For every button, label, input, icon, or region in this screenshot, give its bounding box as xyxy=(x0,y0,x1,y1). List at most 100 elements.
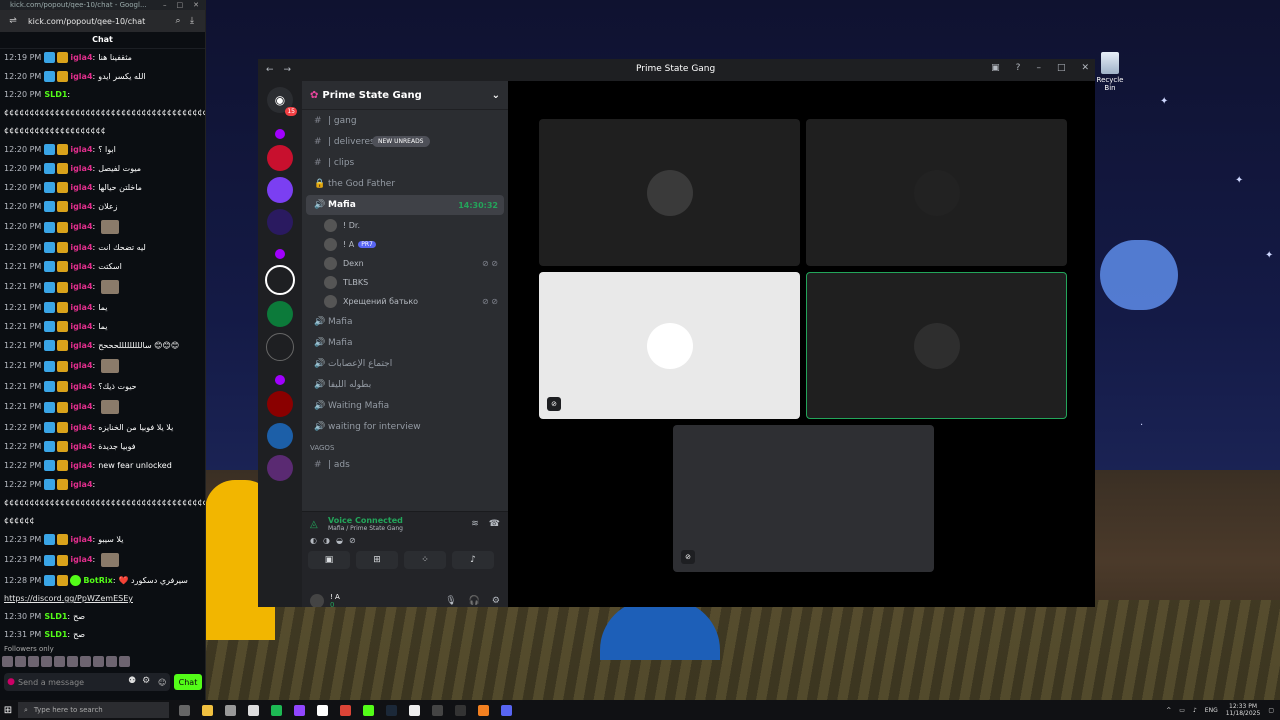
message-username[interactable]: igla4 xyxy=(70,164,92,174)
message-username[interactable]: igla4 xyxy=(70,322,92,332)
message-username[interactable]: igla4 xyxy=(70,442,92,452)
channel-item[interactable]: 🔒 the God Father xyxy=(306,174,504,194)
message-username[interactable]: SLD1 xyxy=(44,612,67,622)
server-icon[interactable] xyxy=(267,177,293,203)
minimize-icon[interactable]: – xyxy=(1036,63,1041,73)
screen-share-button[interactable]: ⊞ xyxy=(356,551,398,569)
emoji-icon[interactable]: ☺ xyxy=(158,678,170,687)
voice-user[interactable]: Dexn ⊘ ⊘ xyxy=(302,254,508,273)
voice-user[interactable]: Хрещений батько ⊘ ⊘ xyxy=(302,292,508,311)
message-username[interactable]: igla4 xyxy=(70,535,92,545)
app-icon[interactable] xyxy=(455,704,466,716)
server-icon[interactable] xyxy=(267,301,293,327)
chevron-up-icon[interactable]: ^ xyxy=(1166,707,1171,714)
notifications-icon[interactable]: ▢ xyxy=(1268,707,1274,714)
message-username[interactable]: igla4 xyxy=(70,461,92,471)
message-username[interactable]: SLD1 xyxy=(44,90,67,100)
user-icon[interactable]: ● xyxy=(4,677,18,687)
volume-icon[interactable]: ♪ xyxy=(1193,707,1197,714)
channel-item[interactable]: 🔊 اجتماع الإعصابات xyxy=(306,354,504,374)
channel-item[interactable]: 🔊 Mafia 14:30:32 xyxy=(306,195,504,215)
server-icon-prime-state[interactable] xyxy=(265,265,295,295)
file-explorer-icon[interactable] xyxy=(202,704,213,716)
channel-item[interactable]: # | clips xyxy=(306,153,504,173)
message-username[interactable]: igla4 xyxy=(70,53,92,63)
forward-arrow-icon[interactable]: → xyxy=(284,65,292,75)
participant-tile[interactable]: ⊘ xyxy=(539,272,800,419)
new-unreads-badge[interactable]: NEW UNREADS xyxy=(372,136,430,147)
search-icon[interactable]: ⌕ xyxy=(171,16,185,26)
chrome-icon[interactable] xyxy=(340,704,351,716)
gear-icon[interactable]: ⚙ xyxy=(492,596,500,606)
voice-user[interactable]: TLBKS xyxy=(302,273,508,292)
message-username[interactable]: igla4 xyxy=(70,202,92,212)
clock[interactable]: 12:33 PM 11/18/2025 xyxy=(1226,703,1261,717)
message-username[interactable]: igla4 xyxy=(70,423,92,433)
app-icon[interactable] xyxy=(432,704,443,716)
voice-user[interactable]: ! Dr. xyxy=(302,216,508,235)
message-username[interactable]: igla4 xyxy=(70,262,92,272)
search-placeholder[interactable]: Type here to search xyxy=(34,706,103,714)
close-icon[interactable]: ✕ xyxy=(193,1,199,9)
activity-icon[interactable]: ◐ xyxy=(310,536,317,545)
message-username[interactable]: igla4 xyxy=(70,282,92,292)
activity-icon[interactable]: ◑ xyxy=(323,536,330,545)
app-icon[interactable] xyxy=(225,704,236,716)
network-icon[interactable]: ▭ xyxy=(1179,707,1185,714)
camera-off-icon[interactable]: ⊘ xyxy=(349,536,356,545)
channel-item[interactable]: 🔊 Mafia xyxy=(306,312,504,332)
server-icon[interactable] xyxy=(266,333,294,361)
server-icon[interactable] xyxy=(267,423,293,449)
spotify-icon[interactable] xyxy=(271,704,282,716)
recycle-bin-icon[interactable]: Recycle Bin xyxy=(1092,52,1128,92)
message-username[interactable]: BotRix xyxy=(83,576,112,586)
windows-start-icon[interactable]: ⊞ xyxy=(0,705,16,716)
settings-icon[interactable]: ⚙ xyxy=(142,676,150,686)
help-icon[interactable]: ? xyxy=(1016,63,1021,73)
users-icon[interactable]: ⚉ xyxy=(128,676,136,686)
message-username[interactable]: igla4 xyxy=(70,183,92,193)
server-icon[interactable] xyxy=(275,249,285,259)
chevron-down-icon[interactable]: ⌄ xyxy=(492,90,500,101)
channel-item[interactable]: 🔊 Mafia xyxy=(306,333,504,353)
discord-icon[interactable] xyxy=(501,704,512,716)
message-username[interactable]: igla4 xyxy=(70,480,92,490)
task-view-icon[interactable] xyxy=(179,704,190,716)
taskbar-search[interactable]: ⌕ Type here to search xyxy=(18,702,169,718)
message-username[interactable]: igla4 xyxy=(70,303,92,313)
site-settings-icon[interactable]: ⇌ xyxy=(6,16,20,26)
home-button[interactable]: ◉ 15 xyxy=(267,87,297,116)
kick-icon[interactable] xyxy=(363,704,374,716)
disconnect-icon[interactable]: ☎ xyxy=(489,519,500,529)
app-icon[interactable] xyxy=(294,704,305,716)
channel-item[interactable]: # | ads xyxy=(306,455,504,475)
server-icon[interactable] xyxy=(267,455,293,481)
avatar[interactable] xyxy=(310,594,324,607)
download-icon[interactable]: ⤓ xyxy=(185,16,199,26)
chat-message-list[interactable]: 12:19 PM igla4: مثقفينا هنا 12:20 PM igla4: ا… xyxy=(0,48,205,643)
channel-item[interactable]: 🔊 waiting for interview xyxy=(306,417,504,437)
activities-button[interactable]: ⁘ xyxy=(404,551,446,569)
message-username[interactable]: igla4 xyxy=(70,341,92,351)
message-username[interactable]: igla4 xyxy=(70,382,92,392)
inbox-icon[interactable]: ▣ xyxy=(991,63,1000,73)
send-chat-button[interactable]: Chat xyxy=(174,674,202,690)
message-username[interactable]: igla4 xyxy=(70,145,92,155)
message-username[interactable]: igla4 xyxy=(70,402,92,412)
message-username[interactable]: igla4 xyxy=(70,361,92,371)
participant-tile[interactable]: ⊘ xyxy=(673,425,934,572)
noise-suppression-icon[interactable]: ≋ xyxy=(471,519,479,529)
message-username[interactable]: SLD1 xyxy=(44,630,67,640)
message-username[interactable]: igla4 xyxy=(70,555,92,565)
message-link[interactable]: https://discord.gg/PpWZemESEy xyxy=(4,594,133,604)
server-icon[interactable] xyxy=(267,391,293,417)
headphones-icon[interactable]: 🎧 xyxy=(469,596,480,606)
document-icon[interactable] xyxy=(317,704,328,716)
microphone-icon[interactable]: 🎙 xyxy=(445,596,456,606)
message-username[interactable]: igla4 xyxy=(70,222,92,232)
user-area[interactable]: ! A 0 🎙 🎧 ⚙ xyxy=(302,591,508,607)
app-icon[interactable] xyxy=(248,704,259,716)
minimize-icon[interactable]: – xyxy=(163,1,167,9)
close-icon[interactable]: ✕ xyxy=(1081,63,1089,73)
message-username[interactable]: igla4 xyxy=(70,72,92,82)
